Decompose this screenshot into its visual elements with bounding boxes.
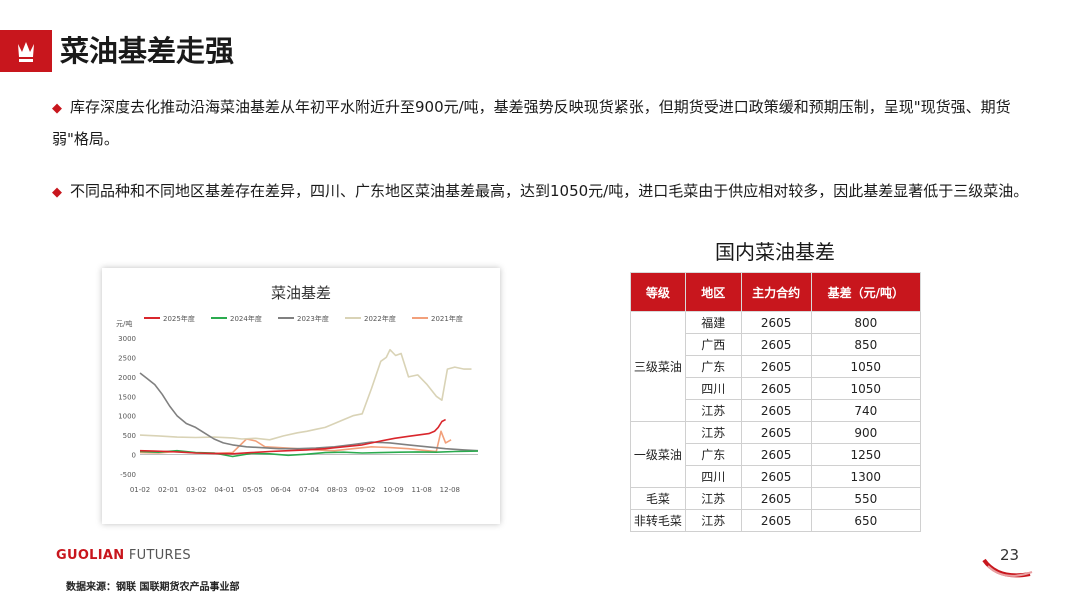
cell-region: 四川 — [684, 465, 742, 488]
cell-region: 江苏 — [684, 399, 742, 422]
cell-basis: 550 — [810, 487, 922, 510]
header-region: 地区 — [684, 272, 742, 312]
bullet-inventory: ◆ 库存深度去化推动沿海菜油基差从年初平水附近升至900元/吨，基差强势反映现货紧… — [52, 92, 1032, 154]
cell-contract: 2605 — [740, 421, 812, 444]
cell-basis: 1050 — [810, 377, 922, 400]
x-tick-label: 11-08 — [411, 486, 431, 494]
legend-label: 2025年度 — [163, 314, 195, 323]
y-tick-label: -500 — [120, 471, 136, 479]
cell-contract: 2605 — [740, 399, 812, 422]
table-row: 一级菜油 江苏 2605 900 — [630, 421, 922, 488]
cell-basis: 1300 — [810, 465, 922, 488]
cell-contract: 2605 — [740, 487, 812, 510]
diamond-bullet-icon: ◆ — [52, 185, 62, 200]
y-tick-label: 2500 — [118, 354, 136, 362]
crown-icon — [18, 42, 34, 62]
bullet-text: 不同品种和不同地区基差存在差异，四川、广东地区菜油基差最高，达到1050元/吨，… — [70, 182, 1029, 200]
x-tick-label: 03-02 — [186, 486, 206, 494]
x-tick-label: 07-04 — [299, 486, 320, 494]
x-tick-label: 10-09 — [383, 486, 403, 494]
x-tick-label: 06-04 — [271, 486, 292, 494]
cell-region: 广东 — [684, 355, 742, 378]
cell-region: 江苏 — [684, 509, 742, 532]
header-contract: 主力合约 — [740, 272, 812, 312]
table-header-row: 等级 地区 主力合约 基差（元/吨） — [630, 272, 922, 312]
y-tick-label: 1000 — [118, 413, 136, 421]
legend-label: 2023年度 — [297, 314, 329, 323]
cell-basis: 800 — [810, 311, 922, 334]
legend-label: 2022年度 — [364, 314, 396, 323]
cell-region: 广西 — [684, 333, 742, 356]
cell-contract: 2605 — [740, 377, 812, 400]
cell-region: 广东 — [684, 443, 742, 466]
cell-basis: 740 — [810, 399, 922, 422]
table-title: 国内菜油基差 — [715, 240, 835, 264]
cell-contract: 2605 — [740, 355, 812, 378]
x-tick-label: 05-05 — [242, 486, 262, 494]
cell-basis: 650 — [810, 509, 922, 532]
cell-basis: 1050 — [810, 355, 922, 378]
table-row: 三级菜油 福建 2605 800 — [630, 311, 922, 422]
cell-contract: 2605 — [740, 509, 812, 532]
series-line — [139, 449, 479, 458]
cell-basis: 900 — [810, 421, 922, 444]
y-tick-label: 1500 — [118, 393, 136, 401]
page-title: 菜油基差走强 — [60, 34, 235, 68]
basis-chart-card: 菜油基差 2025年度 2024年度 2023年度 2022年度 2021年度元/吨 -50… — [102, 268, 500, 524]
chart-title: 菜油基差 — [271, 284, 331, 302]
x-tick-label: 02-01 — [158, 486, 178, 494]
x-tick-label: 08-03 — [327, 486, 347, 494]
y-tick-label: 0 — [132, 452, 136, 460]
cell-region: 四川 — [684, 377, 742, 400]
bullet-text: 库存深度去化推动沿海菜油基差从年初平水附近升至900元/吨，基差强势反映现货紧张… — [52, 98, 1011, 148]
brand-main: GUOLIAN — [56, 548, 125, 563]
x-tick-label: 04-01 — [214, 486, 234, 494]
legend-label: 2024年度 — [230, 314, 262, 323]
legend-label: 2021年度 — [431, 314, 463, 323]
cell-grade: 非转毛菜 — [630, 509, 686, 532]
header-grade: 等级 — [630, 272, 686, 312]
table-row: 毛菜 江苏 2605 550 — [630, 487, 922, 510]
brand-logo: GUOLIAN FUTURES — [56, 548, 191, 563]
cell-contract: 2605 — [740, 311, 812, 334]
x-tick-label: 01-02 — [130, 486, 150, 494]
brand-sub: FUTURES — [128, 548, 191, 563]
bullet-regional-difference: ◆ 不同品种和不同地区基差存在差异，四川、广东地区菜油基差最高，达到1050元/吨… — [52, 176, 1032, 208]
y-tick-label: 3000 — [118, 335, 136, 343]
page-number: 23 — [1000, 546, 1020, 564]
cell-grade: 一级菜油 — [630, 421, 686, 488]
header-basis: 基差（元/吨） — [810, 272, 922, 312]
cell-contract: 2605 — [740, 333, 812, 356]
cell-region: 福建 — [684, 311, 742, 334]
y-tick-label: 500 — [123, 432, 136, 440]
x-tick-label: 09-02 — [355, 486, 375, 494]
cell-contract: 2605 — [740, 465, 812, 488]
y-tick-label: 2000 — [118, 374, 136, 382]
diamond-bullet-icon: ◆ — [52, 101, 62, 116]
series-line — [139, 348, 472, 441]
y-axis-unit: 元/吨 — [116, 319, 132, 328]
basis-table: 等级 地区 主力合约 基差（元/吨） 三级菜油 福建 2605 800 广西 2605 85… — [630, 272, 922, 532]
basis-line-chart: 菜油基差 2025年度 2024年度 2023年度 2022年度 2021年度元/吨 -50… — [116, 284, 479, 494]
cell-region: 江苏 — [684, 421, 742, 444]
data-source: 数据来源：钢联 国联期货农产品事业部 — [66, 582, 240, 593]
cell-grade: 三级菜油 — [630, 311, 686, 422]
cell-contract: 2605 — [740, 443, 812, 466]
x-tick-label: 12-08 — [440, 486, 460, 494]
cell-basis: 1250 — [810, 443, 922, 466]
cell-region: 江苏 — [684, 487, 742, 510]
cell-grade: 毛菜 — [630, 487, 686, 510]
cell-basis: 850 — [810, 333, 922, 356]
table-row: 非转毛菜 江苏 2605 650 — [630, 509, 922, 532]
